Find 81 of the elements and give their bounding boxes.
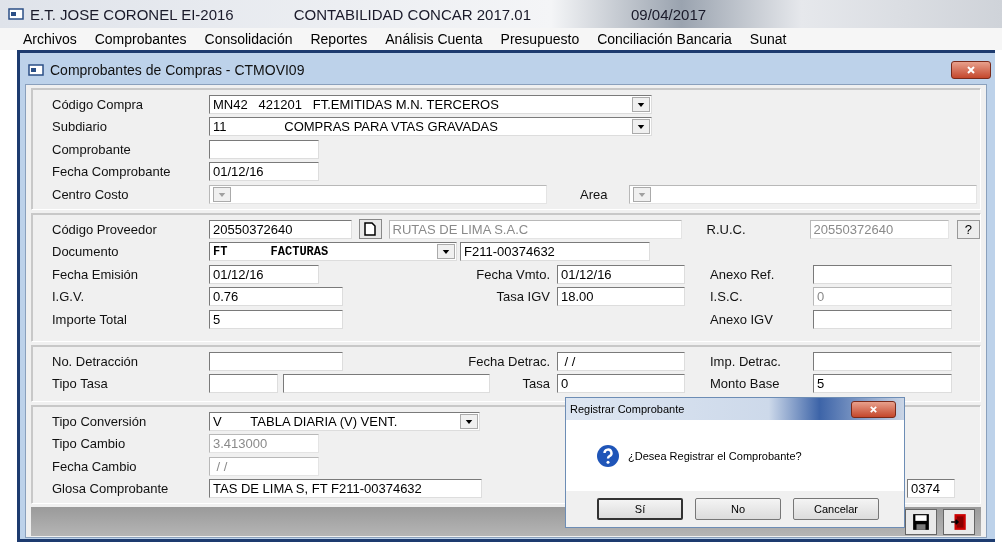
exit-button[interactable]	[943, 508, 975, 535]
app-icon	[8, 7, 24, 21]
field-label: Fecha Vmto.	[475, 266, 550, 282]
input-field[interactable]: 01/12/16	[209, 264, 319, 284]
field-label: Tasa IGV	[495, 289, 550, 305]
dialog-message: ¿Desea Registrar el Comprobante?	[628, 449, 802, 462]
dropdown[interactable]: 11 COMPRAS PARA VTAS GRAVADAS	[209, 117, 652, 137]
document-icon	[362, 221, 379, 238]
exit-door-icon	[950, 512, 968, 531]
window-title: Comprobantes de Compras - CTMOVI09	[50, 62, 305, 78]
field-label: Fecha Emisión	[52, 266, 139, 282]
field-label: I.G.V.	[52, 289, 86, 305]
field-label: Glosa Comprobante	[52, 481, 170, 497]
input-field[interactable]: 5	[209, 309, 343, 329]
menu-item[interactable]: Análisis Cuenta	[376, 31, 492, 47]
input-field[interactable]	[813, 309, 952, 329]
menu-item[interactable]: Consolidación	[195, 31, 302, 47]
company-title: E.T. JOSE CORONEL EI-2016	[30, 5, 234, 23]
input-field[interactable]: / /	[557, 351, 685, 371]
menu-item[interactable]: Presupuesto	[491, 31, 589, 47]
menu-item[interactable]: Archivos	[14, 31, 86, 47]
field-label: Código Compra	[52, 96, 145, 112]
dialog-button[interactable]: Cancelar	[793, 498, 879, 520]
save-button[interactable]	[905, 508, 937, 535]
field-label: Fecha Detrac.	[467, 353, 550, 369]
menu-item[interactable]: Conciliación Bancaria	[588, 31, 741, 47]
field-label: Documento	[52, 244, 120, 260]
window-icon	[28, 63, 44, 77]
dialog-title: Registrar Comprobante	[570, 403, 685, 415]
input-field[interactable]	[209, 351, 343, 371]
menu-item[interactable]: Reportes	[301, 31, 377, 47]
close-icon	[869, 404, 878, 414]
field-label: No. Detracción	[52, 353, 139, 369]
input-field[interactable]	[813, 264, 952, 284]
field-label: Comprobante	[52, 141, 132, 157]
question-icon	[596, 443, 620, 468]
input-field[interactable]: 5	[813, 374, 952, 394]
menu-item[interactable]: Sunat	[740, 31, 796, 47]
input-field[interactable]: 0.76	[209, 287, 343, 307]
field-label: Tipo Tasa	[52, 376, 109, 392]
date-title: 09/04/2017	[631, 5, 707, 23]
input-field[interactable]: 20550372640	[209, 219, 352, 239]
field-label: Subdiario	[52, 119, 108, 135]
close-button[interactable]	[851, 400, 896, 418]
menu-item[interactable]: Comprobantes	[85, 31, 196, 47]
field-label: R.U.C.	[706, 221, 747, 237]
field-label: Tipo Cambio	[52, 436, 127, 452]
product-title: CONTABILIDAD CONCAR 2017.01	[293, 5, 531, 23]
field-label: I.S.C.	[710, 289, 744, 305]
input-field[interactable]	[283, 374, 490, 394]
input-field[interactable]: TAS DE LIMA S, FT F211-00374632	[209, 479, 482, 499]
close-button[interactable]	[951, 61, 991, 79]
field-label: Anexo Ref.	[710, 266, 776, 282]
input-field[interactable]: 0374	[907, 479, 955, 499]
field-label: Tipo Conversión	[52, 413, 148, 429]
field-label: Monto Base	[710, 376, 781, 392]
help-button[interactable]: ?	[956, 219, 980, 239]
field-label: Fecha Comprobante	[52, 164, 172, 180]
field-label: Tasa	[521, 376, 550, 392]
dropdown[interactable]: V TABLA DIARIA (V) VENT.	[209, 411, 480, 431]
dropdown[interactable]: MN42 421201 FT.EMITIDAS M.N. TERCEROS	[209, 94, 652, 114]
field-label: Centro Costo	[52, 186, 130, 202]
field-label: Código Proveedor	[52, 221, 158, 237]
field-label: Anexo IGV	[710, 311, 774, 327]
input-field[interactable]: 0	[557, 374, 685, 394]
input-field[interactable]: F211-00374632	[460, 242, 650, 262]
input-field[interactable]: 01/12/16	[209, 162, 319, 182]
close-icon	[966, 65, 976, 75]
dialog-button[interactable]: No	[695, 498, 781, 520]
dropdown[interactable]: FT FACTURAS	[209, 242, 457, 262]
field-label: Imp. Detrac.	[710, 353, 782, 369]
field-label: Fecha Cambio	[52, 458, 138, 474]
document-icon-button[interactable]	[359, 219, 382, 240]
input-field[interactable]	[209, 139, 319, 159]
input-field[interactable]	[813, 351, 952, 371]
input-field[interactable]: 18.00	[557, 287, 685, 307]
field-label: Importe Total	[52, 311, 128, 327]
field-label: Area	[580, 186, 609, 202]
input-field[interactable]: 01/12/16	[557, 264, 685, 284]
dialog-button[interactable]: Sí	[597, 498, 683, 520]
input-field[interactable]	[209, 374, 278, 394]
